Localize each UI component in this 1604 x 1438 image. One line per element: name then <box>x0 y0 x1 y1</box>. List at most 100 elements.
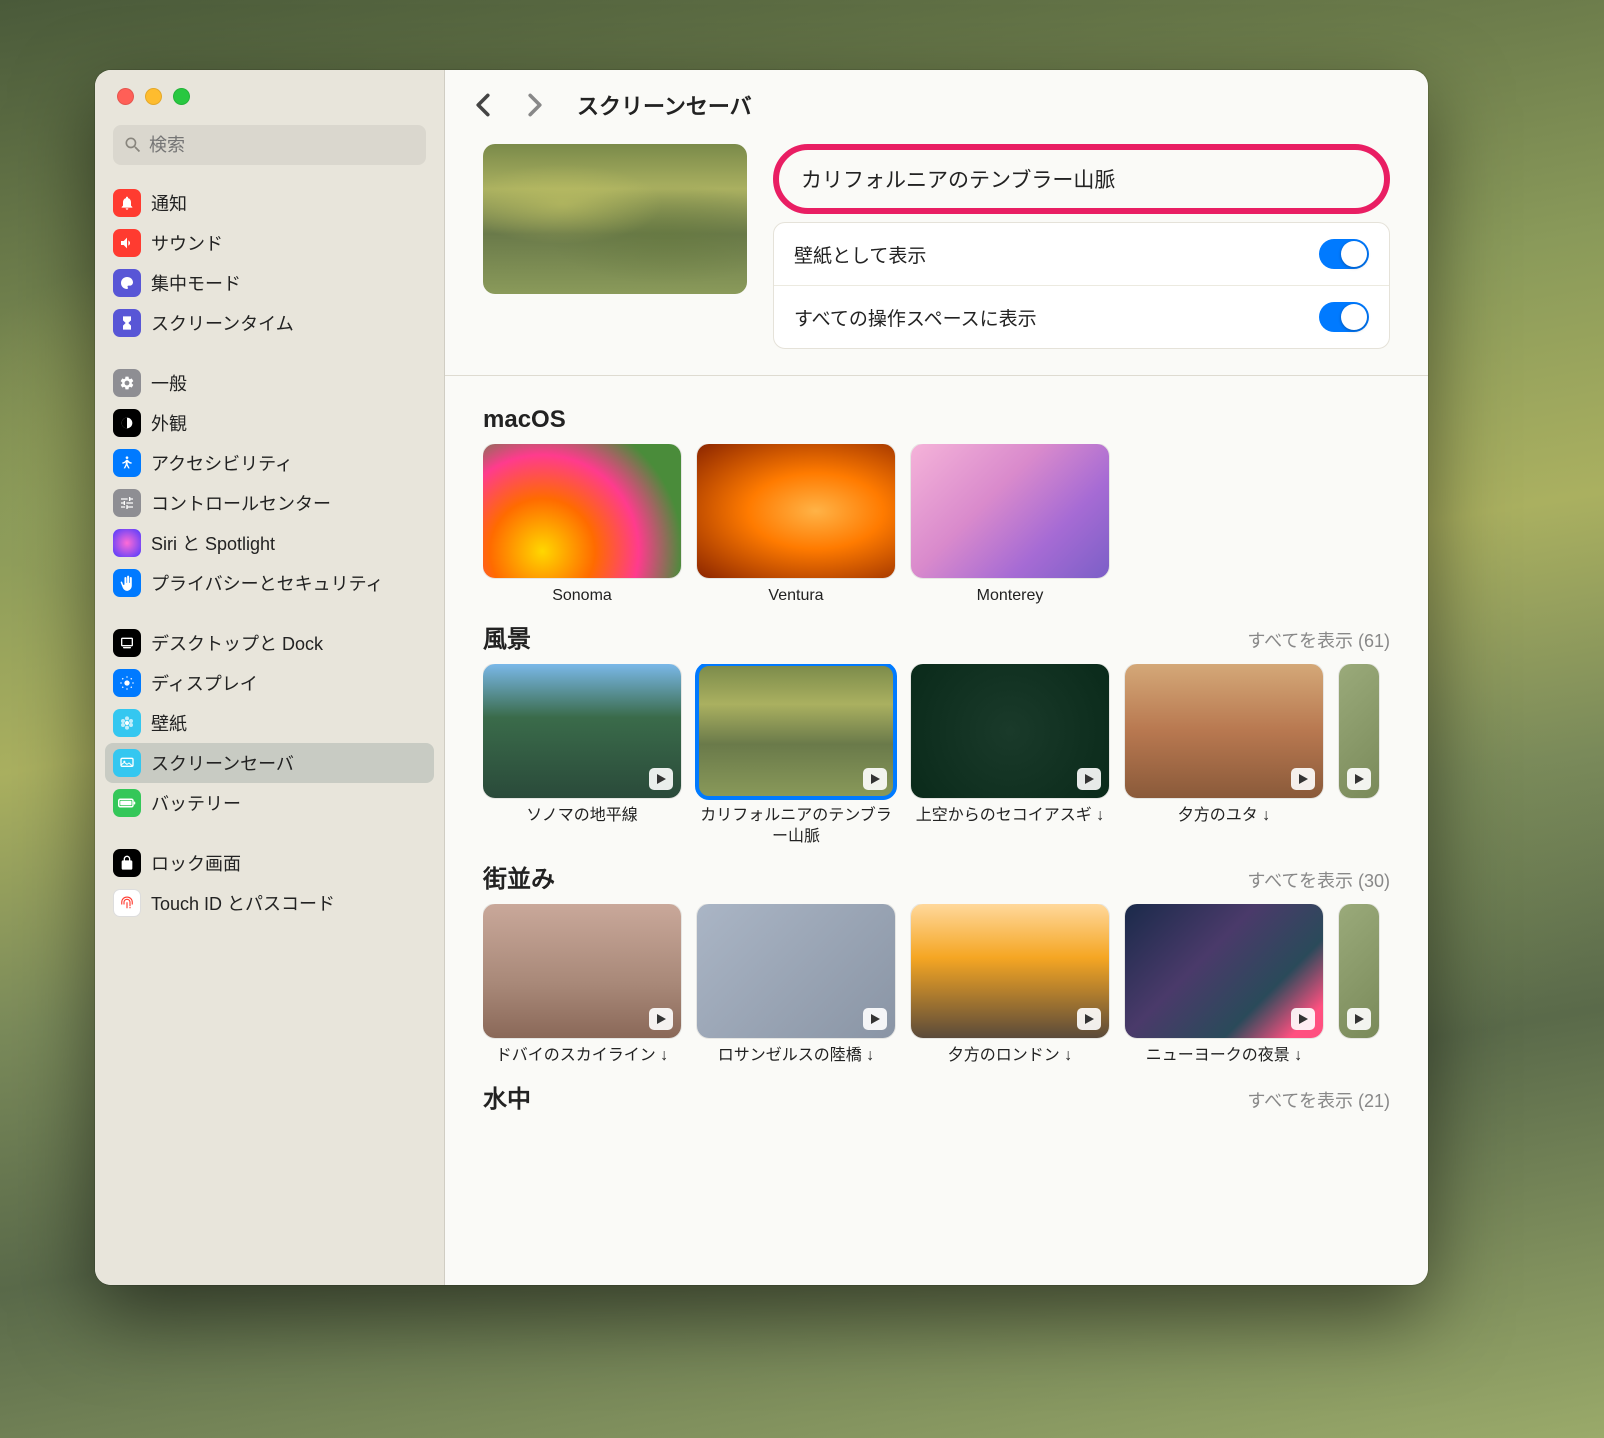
options-card: 壁紙として表示 すべての操作スペースに表示 <box>773 222 1390 349</box>
toggle-show-as-wallpaper[interactable] <box>1319 239 1369 269</box>
sidebar-item-desktop-dock[interactable]: デスクトップと Dock <box>105 623 434 663</box>
sidebar-item-appearance[interactable]: 外観 <box>105 403 434 443</box>
sidebar-item-sound[interactable]: サウンド <box>105 223 434 263</box>
sidebar-item-general[interactable]: 一般 <box>105 363 434 403</box>
thumb-item-sequoia[interactable]: 上空からのセコイアスギ ↓ <box>911 664 1109 848</box>
section-head-cityscape: 街並み すべてを表示 (30) <box>483 847 1390 904</box>
sidebar-item-notifications[interactable]: 通知 <box>105 183 434 223</box>
thumb-item-dubai[interactable]: ドバイのスカイライン ↓ <box>483 904 681 1067</box>
sidebar-item-label: スクリーンタイム <box>151 310 294 336</box>
screensaver-icon <box>113 749 141 777</box>
sidebar-item-label: ロック画面 <box>151 850 241 876</box>
header: スクリーンセーバ <box>445 70 1428 140</box>
sidebar-item-label: バッテリー <box>151 790 241 816</box>
sidebar-item-label: デスクトップと Dock <box>151 630 323 656</box>
thumb-item-partial[interactable] <box>1339 664 1379 848</box>
thumb-label: Ventura <box>768 586 823 607</box>
thumb-label: ドバイのスカイライン ↓ <box>496 1046 668 1067</box>
forward-button[interactable] <box>521 91 549 119</box>
gear-icon <box>113 369 141 397</box>
thumb-label: 夕方のユタ ↓ <box>1178 806 1270 827</box>
thumbnail <box>1125 664 1323 798</box>
thumbnail <box>1125 904 1323 1038</box>
minimize-button[interactable] <box>145 88 162 105</box>
sidebar-item-label: スクリーンセーバ <box>151 750 294 776</box>
show-all-landscape[interactable]: すべてを表示 (61) <box>1247 627 1390 653</box>
sidebar-item-label: 集中モード <box>151 270 241 296</box>
sidebar-item-label: Siri と Spotlight <box>151 530 275 556</box>
section-title: 風景 <box>483 619 531 654</box>
thumb-item-ventura[interactable]: Ventura <box>697 444 895 607</box>
appearance-icon <box>113 409 141 437</box>
sidebar-item-label: 外観 <box>151 410 187 436</box>
sidebar-item-siri[interactable]: Siri と Spotlight <box>105 523 434 563</box>
search-input-wrapper[interactable] <box>113 125 426 165</box>
thumb-row-landscape: ソノマの地平線 カリフォルニアのテンブラー山脈 上空からのセコイアスギ ↓ 夕方… <box>483 664 1390 848</box>
sidebar-item-displays[interactable]: ディスプレイ <box>105 663 434 703</box>
sidebar-item-screensaver[interactable]: スクリーンセーバ <box>105 743 434 783</box>
thumb-row-cityscape: ドバイのスカイライン ↓ ロサンゼルスの陸橋 ↓ 夕方のロンドン ↓ ニューヨー… <box>483 904 1390 1067</box>
sidebar-item-privacy[interactable]: プライバシーとセキュリティ <box>105 563 434 603</box>
sidebar-item-label: 通知 <box>151 190 187 216</box>
thumb-label: カリフォルニアのテンブラー山脈 <box>697 806 895 848</box>
thumbnail <box>483 664 681 798</box>
show-all-underwater[interactable]: すべてを表示 (21) <box>1247 1087 1390 1113</box>
sidebar-item-label: ディスプレイ <box>151 670 258 696</box>
option-label: 壁紙として表示 <box>794 241 926 268</box>
option-label: すべての操作スペースに表示 <box>794 304 1037 331</box>
sidebar-item-battery[interactable]: バッテリー <box>105 783 434 823</box>
sidebar-item-control-center[interactable]: コントロールセンター <box>105 483 434 523</box>
thumb-item-utah[interactable]: 夕方のユタ ↓ <box>1125 664 1323 848</box>
moon-icon <box>113 269 141 297</box>
accessibility-icon <box>113 449 141 477</box>
thumb-item-london[interactable]: 夕方のロンドン ↓ <box>911 904 1109 1067</box>
speaker-icon <box>113 229 141 257</box>
option-show-as-wallpaper: 壁紙として表示 <box>774 223 1389 285</box>
thumb-item-sonoma-horizon[interactable]: ソノマの地平線 <box>483 664 681 848</box>
thumbnail <box>483 444 681 578</box>
thumb-item-la[interactable]: ロサンゼルスの陸橋 ↓ <box>697 904 895 1067</box>
thumbnail <box>697 444 895 578</box>
sidebar-item-lockscreen[interactable]: ロック画面 <box>105 843 434 883</box>
section-title: 街並み <box>483 859 555 894</box>
sidebar-list: 通知 サウンド 集中モード スクリーンタイム 一般 外観 アクセシビリティ コン… <box>95 175 444 1285</box>
close-button[interactable] <box>117 88 134 105</box>
thumb-label: ニューヨークの夜景 ↓ <box>1146 1046 1302 1067</box>
screensaver-name-field[interactable]: カリフォルニアのテンブラー山脈 <box>773 144 1390 214</box>
thumbnail <box>483 904 681 1038</box>
thumb-item-sonoma[interactable]: Sonoma <box>483 444 681 607</box>
sidebar-item-screentime[interactable]: スクリーンタイム <box>105 303 434 343</box>
search-input[interactable] <box>149 135 416 156</box>
thumbnail <box>697 664 895 798</box>
preview-thumbnail <box>483 144 747 294</box>
sidebar-item-touchid[interactable]: Touch ID とパスコード <box>105 883 434 923</box>
thumb-label: 夕方のロンドン ↓ <box>948 1046 1072 1067</box>
search-icon <box>123 135 143 155</box>
sidebar-item-focus[interactable]: 集中モード <box>105 263 434 303</box>
section-head-macos: macOS <box>483 394 1390 444</box>
sliders-icon <box>113 489 141 517</box>
dock-icon <box>113 629 141 657</box>
thumb-item-partial[interactable] <box>1339 904 1379 1067</box>
option-show-all-spaces: すべての操作スペースに表示 <box>774 285 1389 348</box>
show-all-cityscape[interactable]: すべてを表示 (30) <box>1247 867 1390 893</box>
thumb-item-monterey[interactable]: Monterey <box>911 444 1109 607</box>
thumb-item-ny[interactable]: ニューヨークの夜景 ↓ <box>1125 904 1323 1067</box>
toggle-show-all-spaces[interactable] <box>1319 302 1369 332</box>
thumb-label: Sonoma <box>552 586 612 607</box>
sidebar-item-accessibility[interactable]: アクセシビリティ <box>105 443 434 483</box>
section-title: macOS <box>483 406 566 434</box>
maximize-button[interactable] <box>173 88 190 105</box>
main-panel: スクリーンセーバ カリフォルニアのテンブラー山脈 壁紙として表示 すべての操作ス… <box>445 70 1428 1285</box>
sidebar-item-label: アクセシビリティ <box>151 450 293 476</box>
sidebar-item-label: 壁紙 <box>151 710 187 736</box>
sidebar-item-label: コントロールセンター <box>151 490 331 516</box>
flower-icon <box>113 709 141 737</box>
lock-icon <box>113 849 141 877</box>
sidebar-item-label: プライバシーとセキュリティ <box>151 570 384 596</box>
back-button[interactable] <box>469 91 497 119</box>
thumb-row-macos: Sonoma Ventura Monterey <box>483 444 1390 607</box>
thumb-label: Monterey <box>977 586 1044 607</box>
sidebar-item-wallpaper[interactable]: 壁紙 <box>105 703 434 743</box>
thumb-item-california-temblor[interactable]: カリフォルニアのテンブラー山脈 <box>697 664 895 848</box>
